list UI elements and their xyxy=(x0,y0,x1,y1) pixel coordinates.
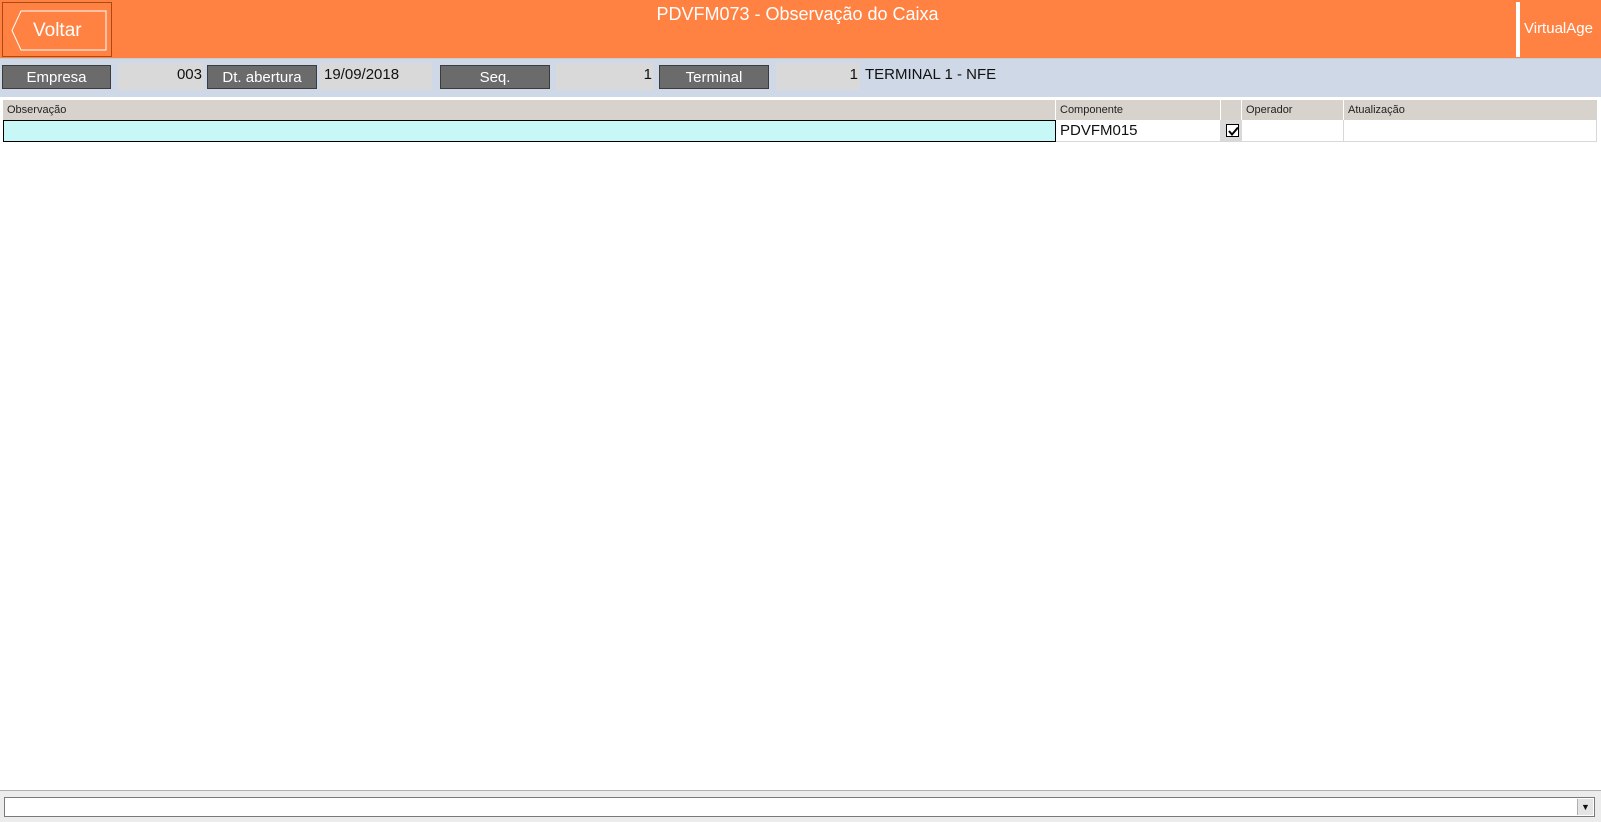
dt-abertura-value: 19/09/2018 xyxy=(324,66,400,83)
bottom-combo-select[interactable]: ▼ xyxy=(4,797,1595,817)
info-toolbar: Empresa 003 Dt. abertura 19/09/2018 Seq.… xyxy=(0,59,1601,96)
seq-value: 1 xyxy=(643,66,652,83)
dt-abertura-label-button[interactable]: Dt. abertura xyxy=(207,65,317,89)
empresa-label-button[interactable]: Empresa xyxy=(2,65,111,89)
cell-check[interactable] xyxy=(1221,120,1242,142)
terminal-name: TERMINAL 1 - NFE xyxy=(865,66,997,83)
seq-label-button[interactable]: Seq. xyxy=(440,65,550,89)
grid-header: Observação Componente Operador Atualizaç… xyxy=(3,100,1597,120)
column-header-componente[interactable]: Componente xyxy=(1056,100,1221,120)
column-header-operador[interactable]: Operador xyxy=(1242,100,1344,120)
column-header-check[interactable] xyxy=(1221,100,1242,120)
chevron-down-icon[interactable]: ▼ xyxy=(1577,799,1593,815)
header-bar: Voltar PDVFM073 - Observação do Caixa Vi… xyxy=(0,0,1601,59)
app-window: Voltar PDVFM073 - Observação do Caixa Vi… xyxy=(0,0,1601,822)
cell-atualizacao[interactable] xyxy=(1344,120,1597,142)
terminal-value: 1 xyxy=(849,66,858,83)
bottom-bar: ▼ xyxy=(0,790,1601,822)
row-checkbox[interactable] xyxy=(1226,124,1239,137)
terminal-label-button[interactable]: Terminal xyxy=(659,65,769,89)
observation-grid: Observação Componente Operador Atualizaç… xyxy=(0,96,1601,790)
empresa-value: 003 xyxy=(176,66,202,83)
table-row[interactable]: PDVFM015 xyxy=(3,120,1597,142)
column-header-atualizacao[interactable]: Atualização xyxy=(1344,100,1597,120)
cell-operador[interactable] xyxy=(1242,120,1344,142)
cell-observacao-input[interactable] xyxy=(3,120,1056,142)
checkmark-icon xyxy=(1228,126,1239,137)
brand-logo[interactable]: VirtualAge xyxy=(1516,2,1600,57)
cell-componente[interactable]: PDVFM015 xyxy=(1056,120,1221,142)
page-title: PDVFM073 - Observação do Caixa xyxy=(656,4,939,24)
back-button-frame: Voltar xyxy=(2,2,112,57)
column-header-observacao[interactable]: Observação xyxy=(3,100,1056,120)
back-button-label: Voltar xyxy=(33,20,82,41)
back-button[interactable]: Voltar xyxy=(11,10,107,51)
